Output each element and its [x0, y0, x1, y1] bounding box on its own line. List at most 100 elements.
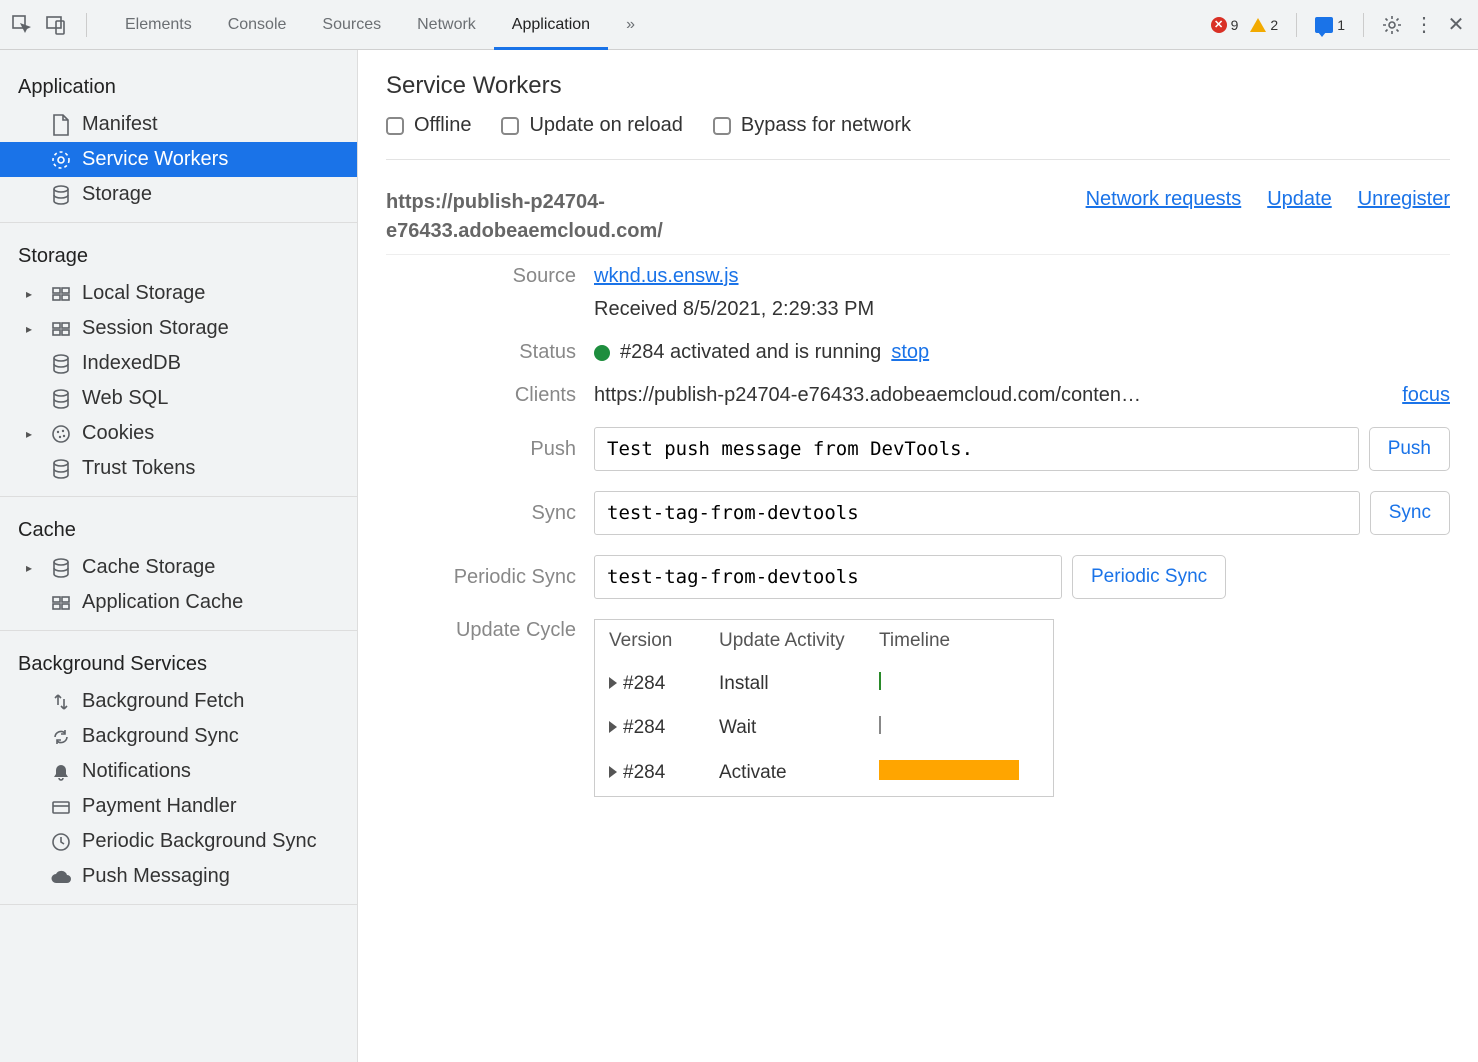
- grid-icon: [50, 592, 72, 614]
- database-icon: [50, 184, 72, 206]
- unregister-link[interactable]: Unregister: [1358, 188, 1450, 211]
- timeline-bar: [879, 760, 1019, 780]
- sidebar-item-label: Background Fetch: [82, 690, 244, 713]
- update-link[interactable]: Update: [1267, 188, 1332, 211]
- database-icon: [50, 458, 72, 480]
- source-label: Source: [386, 265, 576, 288]
- sidebar-item-cookies[interactable]: ▸ Cookies: [0, 416, 357, 451]
- sidebar-item-background-sync[interactable]: Background Sync: [0, 719, 357, 754]
- transfer-icon: [50, 691, 72, 713]
- periodic-sync-button[interactable]: Periodic Sync: [1072, 555, 1226, 599]
- sidebar-item-push-messaging[interactable]: Push Messaging: [0, 859, 357, 894]
- tab-sources[interactable]: Sources: [304, 0, 399, 49]
- chevron-right-icon: [609, 766, 617, 778]
- sidebar-item-trust-tokens[interactable]: Trust Tokens: [0, 451, 357, 486]
- tab-elements[interactable]: Elements: [107, 0, 210, 49]
- sidebar-item-service-workers[interactable]: Service Workers: [0, 142, 357, 177]
- inspect-icon[interactable]: [8, 11, 36, 39]
- network-requests-link[interactable]: Network requests: [1086, 188, 1242, 211]
- chevron-right-icon: ▸: [26, 322, 40, 336]
- cookie-icon: [50, 423, 72, 445]
- col-timeline: Timeline: [865, 620, 1053, 662]
- chevron-right-icon: [609, 721, 617, 733]
- sidebar-item-indexeddb[interactable]: IndexedDB: [0, 346, 357, 381]
- table-row[interactable]: #284 Install: [595, 662, 1053, 706]
- sync-label: Sync: [386, 502, 576, 525]
- sidebar-item-web-sql[interactable]: Web SQL: [0, 381, 357, 416]
- focus-link[interactable]: focus: [1402, 384, 1450, 407]
- close-icon[interactable]: ✕: [1442, 11, 1470, 39]
- device-toggle-icon[interactable]: [42, 11, 70, 39]
- card-icon: [50, 796, 72, 818]
- push-button[interactable]: Push: [1369, 427, 1450, 471]
- sidebar-item-label: Service Workers: [82, 148, 228, 171]
- options-row: Offline Update on reload Bypass for netw…: [386, 114, 1450, 160]
- errors-count: 9: [1231, 17, 1239, 33]
- sidebar-item-label: Session Storage: [82, 317, 229, 340]
- sidebar-item-periodic-background-sync[interactable]: Periodic Background Sync: [0, 824, 357, 859]
- source-file-link[interactable]: wknd.us.ensw.js: [594, 265, 739, 288]
- origin-url: https://publish-p24704-e76433.adobeaemcl…: [386, 188, 696, 246]
- separator: [86, 13, 87, 37]
- tab-application[interactable]: Application: [494, 0, 608, 49]
- devtools-toolbar: Elements Console Sources Network Applica…: [0, 0, 1478, 50]
- tab-network[interactable]: Network: [399, 0, 494, 49]
- database-icon: [50, 388, 72, 410]
- update-cycle-label: Update Cycle: [386, 619, 576, 642]
- sync-icon: [50, 726, 72, 748]
- warnings-badge[interactable]: 2: [1246, 15, 1282, 35]
- timeline-tick: [879, 716, 881, 734]
- panel-tabs: Elements Console Sources Network Applica…: [107, 0, 1207, 49]
- panel-title: Service Workers: [386, 72, 1450, 100]
- table-row[interactable]: #284 Wait: [595, 706, 1053, 750]
- periodic-sync-label: Periodic Sync: [386, 566, 576, 589]
- tabs-overflow[interactable]: »: [608, 0, 653, 49]
- sidebar-item-session-storage[interactable]: ▸ Session Storage: [0, 311, 357, 346]
- tab-console[interactable]: Console: [210, 0, 305, 49]
- col-activity: Update Activity: [705, 620, 865, 662]
- sidebar-item-label: Periodic Background Sync: [82, 830, 317, 853]
- update-on-reload-checkbox[interactable]: Update on reload: [501, 114, 682, 137]
- sidebar-item-storage[interactable]: Storage: [0, 177, 357, 212]
- sync-tag-input[interactable]: [594, 491, 1360, 535]
- application-sidebar: ApplicationManifestService WorkersStorag…: [0, 50, 358, 1062]
- chevron-right-icon: ▸: [26, 561, 40, 575]
- kebab-menu-icon[interactable]: ⋮: [1410, 11, 1438, 39]
- messages-count: 1: [1337, 17, 1345, 33]
- sidebar-item-local-storage[interactable]: ▸Local Storage: [0, 276, 357, 311]
- periodic-sync-tag-input[interactable]: [594, 555, 1062, 599]
- messages-badge[interactable]: 1: [1311, 15, 1349, 35]
- sidebar-item-payment-handler[interactable]: Payment Handler: [0, 789, 357, 824]
- chevron-right-icon: ▸: [26, 427, 40, 441]
- sync-button[interactable]: Sync: [1370, 491, 1450, 535]
- sidebar-item-application-cache[interactable]: Application Cache: [0, 585, 357, 620]
- error-icon: ✕: [1211, 17, 1227, 33]
- sidebar-item-manifest[interactable]: Manifest: [0, 107, 357, 142]
- database-icon: [50, 353, 72, 375]
- sidebar-item-label: Cookies: [82, 422, 154, 445]
- sidebar-item-label: Web SQL: [82, 387, 168, 410]
- sidebar-item-label: Push Messaging: [82, 865, 230, 888]
- bell-icon: [50, 761, 72, 783]
- timeline-tick: [879, 672, 881, 690]
- sidebar-item-label: IndexedDB: [82, 352, 181, 375]
- sidebar-item-label: Storage: [82, 183, 152, 206]
- update-cycle-table: Version Update Activity Timeline #284 In…: [594, 619, 1054, 797]
- errors-badge[interactable]: ✕ 9: [1207, 15, 1243, 35]
- push-message-input[interactable]: [594, 427, 1359, 471]
- separator: [1363, 13, 1364, 37]
- sidebar-item-background-fetch[interactable]: Background Fetch: [0, 684, 357, 719]
- warning-icon: [1250, 18, 1266, 32]
- grid-icon: [50, 318, 72, 340]
- sidebar-item-cache-storage[interactable]: ▸Cache Storage: [0, 550, 357, 585]
- cloud-icon: [50, 866, 72, 888]
- status-text: #284 activated and is running: [620, 341, 881, 364]
- offline-checkbox[interactable]: Offline: [386, 114, 471, 137]
- status-dot-icon: [594, 345, 610, 361]
- stop-link[interactable]: stop: [891, 341, 929, 364]
- settings-icon[interactable]: [1378, 11, 1406, 39]
- table-row[interactable]: #284 Activate: [595, 750, 1053, 796]
- message-icon: [1315, 17, 1333, 33]
- sidebar-item-notifications[interactable]: Notifications: [0, 754, 357, 789]
- bypass-for-network-checkbox[interactable]: Bypass for network: [713, 114, 911, 137]
